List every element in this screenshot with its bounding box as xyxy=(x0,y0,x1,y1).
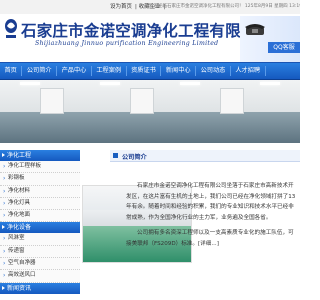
banner-door xyxy=(130,88,154,114)
set-homepage-link[interactable]: 设为首页 xyxy=(110,4,132,10)
section-title: 公司简介 xyxy=(122,154,147,161)
nav-item-company-news[interactable]: 公司动态 xyxy=(196,66,231,76)
banner-door xyxy=(220,88,244,114)
sidebar-item-hepa-outlet[interactable]: 高效送风口 xyxy=(0,270,80,283)
sidebar-section-news[interactable]: 新闻资讯 xyxy=(0,282,80,294)
hero-banner-image xyxy=(0,80,300,143)
nav-item-news[interactable]: 新闻中心 xyxy=(161,66,197,76)
nav-item-about[interactable]: 公司简介 xyxy=(22,66,58,76)
banner-floor xyxy=(0,112,300,143)
sidebar-item-color-steel-plate[interactable]: 彩钢板 xyxy=(0,173,80,186)
sidebar: 净化工程 净化工程样板 彩钢板 净化材料 净化灯具 净化地面 净化设备 风淋室 … xyxy=(0,150,80,300)
sidebar-section-purification-equipment[interactable]: 净化设备 xyxy=(0,222,80,234)
banner-light xyxy=(20,82,40,85)
banner-light xyxy=(180,82,200,85)
banner-door xyxy=(40,88,64,114)
sidebar-item-purification-lamps[interactable]: 净化灯具 xyxy=(0,197,80,211)
nav-item-home[interactable]: 首页 xyxy=(0,66,23,76)
banner-light xyxy=(260,82,280,85)
nav-item-cases[interactable]: 工程案例 xyxy=(92,66,127,76)
sidebar-item-air-shower[interactable]: 风淋室 xyxy=(0,233,80,246)
top-bar: 设为首页 | 收藏企业 | 欢迎光临石家庄市金诺空调净化工程有限公司！ 125年8月… xyxy=(0,0,300,15)
company-subtitle: Shijiazhuang Jinnuo purification Enginee… xyxy=(35,40,219,47)
telephone-icon xyxy=(245,24,265,35)
nav-item-products[interactable]: 产品中心 xyxy=(57,66,92,76)
sidebar-item-pass-box[interactable]: 传递窗 xyxy=(0,245,80,259)
intro-paragraph: 石家庄市金诺空调净化工程有限公司坐落于石家庄市高新技术开发区，在这片富有生机的土… xyxy=(126,183,296,221)
banner-light xyxy=(100,82,120,85)
company-logo-icon[interactable] xyxy=(4,18,18,40)
sidebar-item-purification-floor[interactable]: 净化地面 xyxy=(0,210,80,223)
intro-text: 石家庄市金诺空调净化工程有限公司坐落于石家庄市高新技术开发区，在这片富有生机的土… xyxy=(126,181,296,254)
company-title: 石家庄市金诺空调净化工程有限公司 xyxy=(21,21,273,40)
welcome-marquee: 欢迎光临石家庄市金诺空调净化工程有限公司！ 125年8月9日 星期四 13:19 xyxy=(149,4,300,9)
main-nav: 首页 公司简介 产品中心 工程案例 资质证书 新闻中心 公司动态 人才招聘 xyxy=(0,62,300,81)
nav-item-certificates[interactable]: 资质证书 xyxy=(127,66,162,76)
nav-item-recruitment[interactable]: 人才招聘 xyxy=(231,66,266,76)
sidebar-item-air-purifier[interactable]: 空气自净器 xyxy=(0,258,80,271)
sidebar-item-purification-sample[interactable]: 净化工程样板 xyxy=(0,161,80,174)
qq-service-button[interactable]: QQ客服 xyxy=(268,42,300,53)
sidebar-item-purification-materials[interactable]: 净化材料 xyxy=(0,185,80,198)
intro-paragraph: 公司拥有多名资深工程师以及一支高素质专业化的施工队伍，可接美联邦（FS209D）… xyxy=(126,230,294,247)
sidebar-section-purification-engineering[interactable]: 净化工程 xyxy=(0,150,80,161)
